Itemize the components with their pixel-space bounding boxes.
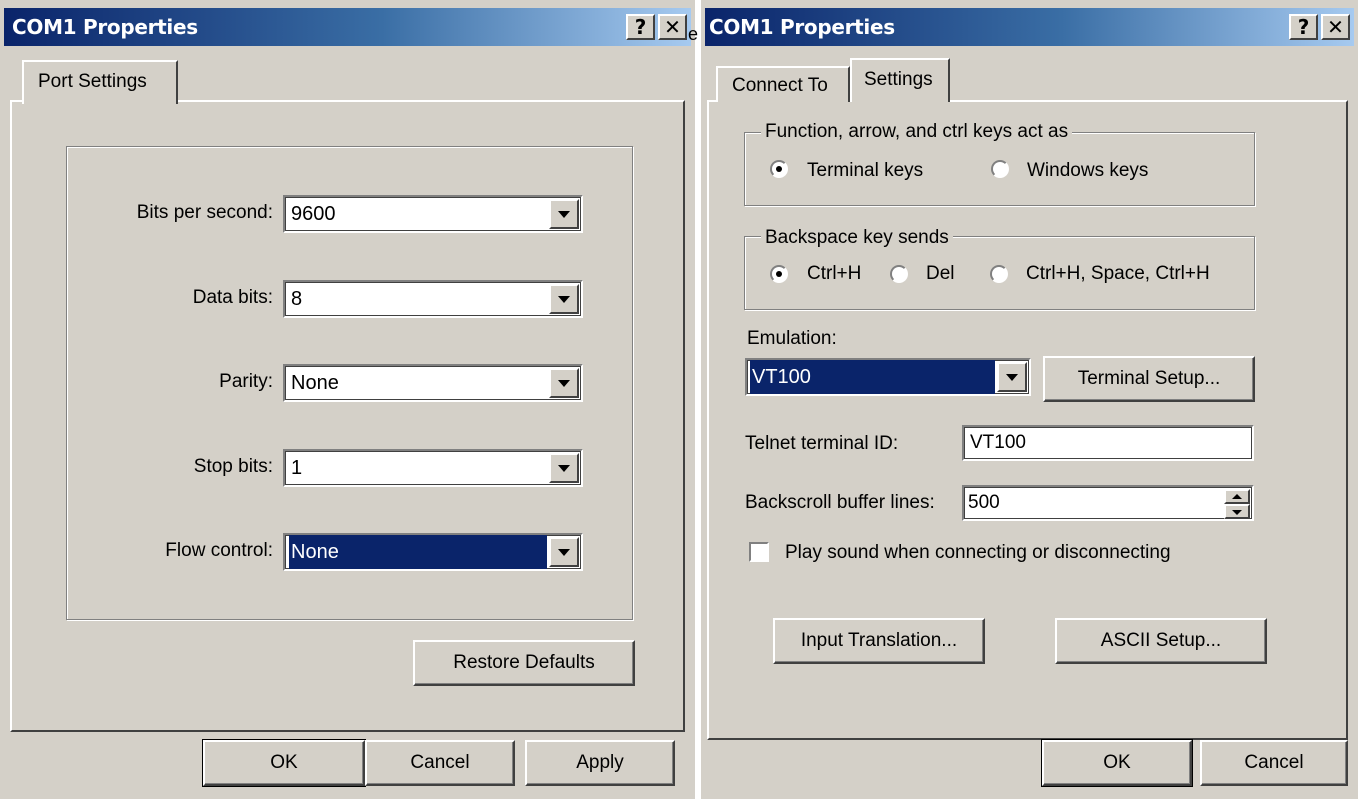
windows-keys-label[interactable]: Windows keys xyxy=(1027,160,1148,182)
restore-defaults-button[interactable]: Restore Defaults xyxy=(413,640,635,686)
chevron-down-icon[interactable] xyxy=(549,453,579,483)
ascii-setup-button[interactable]: ASCII Setup... xyxy=(1055,618,1267,664)
bits-per-second-combo[interactable]: 9600 xyxy=(283,195,583,233)
dialog-title: COM1 Properties xyxy=(12,15,198,39)
parity-label: Parity: xyxy=(219,371,273,392)
help-button[interactable]: ? xyxy=(1289,14,1318,40)
flow-control-value: None xyxy=(289,535,547,569)
spin-down-icon[interactable] xyxy=(1224,504,1250,519)
tab-connect-to[interactable]: Connect To xyxy=(716,66,850,102)
data-bits-combo[interactable]: 8 xyxy=(283,280,583,318)
com1-properties-dialog-settings: COM1 Properties ? ✕ Connect To Settings … xyxy=(701,0,1358,799)
stop-bits-label: Stop bits: xyxy=(193,456,273,477)
apply-button[interactable]: Apply xyxy=(525,740,675,786)
chevron-down-icon[interactable] xyxy=(549,199,579,229)
com1-properties-dialog-port-settings: COM1 Properties ? ✕ Port Settings Bits p… xyxy=(0,0,695,799)
play-sound-label[interactable]: Play sound when connecting or disconnect… xyxy=(785,542,1171,564)
title-bar: COM1 Properties ? ✕ xyxy=(4,8,691,46)
bits-per-second-value: 9600 xyxy=(291,203,336,225)
chevron-down-icon[interactable] xyxy=(997,362,1027,392)
data-bits-label: Data bits: xyxy=(192,287,273,308)
flow-control-label: Flow control: xyxy=(165,540,273,561)
parity-combo[interactable]: None xyxy=(283,364,583,402)
stop-bits-combo[interactable]: 1 xyxy=(283,449,583,487)
flow-control-combo[interactable]: None xyxy=(283,533,583,571)
del-radio[interactable] xyxy=(890,265,908,283)
emulation-value: VT100 xyxy=(750,360,995,394)
ctrl-h-space-label[interactable]: Ctrl+H, Space, Ctrl+H xyxy=(1026,263,1210,285)
backspace-legend: Backspace key sends xyxy=(761,227,953,249)
emulation-label: Emulation: xyxy=(747,328,837,349)
title-bar: COM1 Properties ? ✕ xyxy=(705,8,1354,46)
cancel-button[interactable]: Cancel xyxy=(1200,740,1348,786)
stop-bits-value: 1 xyxy=(291,457,303,479)
ok-button[interactable]: OK xyxy=(202,739,366,787)
windows-keys-radio[interactable] xyxy=(991,160,1009,178)
del-label[interactable]: Del xyxy=(926,263,955,285)
chevron-down-icon[interactable] xyxy=(549,368,579,398)
cancel-button[interactable]: Cancel xyxy=(365,740,515,786)
dialog-title: COM1 Properties xyxy=(709,15,895,39)
parity-value: None xyxy=(291,372,339,394)
play-sound-checkbox[interactable] xyxy=(749,542,769,562)
spin-up-icon[interactable] xyxy=(1224,489,1250,504)
ok-button[interactable]: OK xyxy=(1041,739,1193,787)
backscroll-buffer-spinner[interactable]: 500 xyxy=(962,485,1254,521)
stray-character: e xyxy=(688,24,699,44)
chevron-down-icon[interactable] xyxy=(549,537,579,567)
function-keys-legend: Function, arrow, and ctrl keys act as xyxy=(761,121,1073,143)
emulation-combo[interactable]: VT100 xyxy=(745,358,1031,396)
help-button[interactable]: ? xyxy=(626,14,655,40)
chevron-down-icon[interactable] xyxy=(549,284,579,314)
ctrl-h-radio[interactable] xyxy=(770,265,788,283)
bits-per-second-label: Bits per second: xyxy=(136,202,273,223)
ctrl-h-label[interactable]: Ctrl+H xyxy=(807,263,861,285)
ctrl-h-space-radio[interactable] xyxy=(990,265,1008,283)
backscroll-buffer-value: 500 xyxy=(968,492,1000,513)
telnet-terminal-id-input[interactable]: VT100 xyxy=(962,425,1254,461)
tab-settings[interactable]: Settings xyxy=(850,58,950,102)
data-bits-value: 8 xyxy=(291,288,303,310)
input-translation-button[interactable]: Input Translation... xyxy=(773,618,985,664)
telnet-terminal-id-label: Telnet terminal ID: xyxy=(745,433,899,454)
backscroll-buffer-label: Backscroll buffer lines: xyxy=(745,492,935,513)
terminal-keys-label[interactable]: Terminal keys xyxy=(807,160,923,182)
close-button[interactable]: ✕ xyxy=(658,14,687,40)
tab-port-settings[interactable]: Port Settings xyxy=(22,60,178,104)
close-button[interactable]: ✕ xyxy=(1321,14,1350,40)
terminal-setup-button[interactable]: Terminal Setup... xyxy=(1043,356,1255,402)
terminal-keys-radio[interactable] xyxy=(770,160,788,178)
